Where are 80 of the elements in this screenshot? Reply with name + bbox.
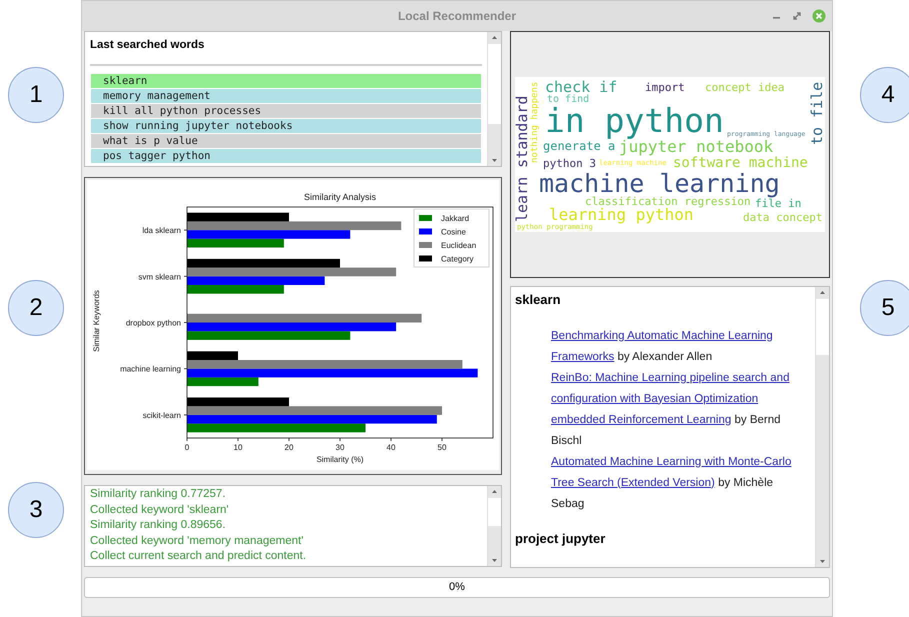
scrollbar-thumb[interactable] [488,498,501,526]
search-history-item[interactable]: sklearn [91,74,481,88]
log-line: Collected keyword 'sklearn' [90,502,230,518]
section-heading: project jupyter [515,530,606,548]
cloud-word: to file [810,82,825,145]
legend-label: Jakkard [441,214,470,223]
paper-link[interactable]: ReinBo: Machine Learning pipeline search and [551,372,790,384]
cloud-word: jupyter notebook [619,139,774,155]
callout-number: 4 [860,67,909,123]
callout-number: 3 [8,482,64,538]
cloud-word: software machine [673,156,808,170]
log-line: Collected keyword 'memory management' [90,534,304,548]
author-text: Sebag [551,498,584,510]
paper-link[interactable]: Tree Search (Extended Version) [551,476,715,488]
axis-label: dropbox python [126,318,181,328]
paper-link[interactable]: Frameworks [551,350,614,362]
paper-link[interactable]: embedded Reinforcement Learning [551,414,732,426]
author-text: by Alexander Allen [617,350,712,362]
legend-swatch [419,215,432,221]
tick-label: 40 [386,443,396,452]
chart-title: Similarity Analysis [304,192,376,202]
tick-label: 0 [184,443,190,452]
legend-swatch [419,242,432,248]
author-text: by Michèle [718,476,774,488]
legend-label: Euclidean [441,241,476,250]
cloud-word: nothing happens [531,82,540,163]
search-history-item[interactable]: what is p value [91,134,481,148]
legend-swatch [419,228,432,234]
legend-label: Cosine [441,228,466,236]
tick-label: 10 [234,443,242,452]
axis-label: svm sklearn [138,272,181,282]
search-history-item[interactable]: pos tagger python [91,149,481,164]
progress-text: 0% [448,580,466,595]
cloud-word: file in [755,198,802,209]
axis-label: machine learning [120,364,181,374]
cloud-word: in python [545,104,724,137]
cloud-word: generate a [543,140,616,152]
scrollbar-thumb[interactable] [816,299,829,355]
axis-label: scikit-learn [142,410,181,420]
cloud-word: check if [545,80,618,95]
axis-title: Similarity (%) [316,455,364,464]
author-text: Bischl [551,434,582,446]
scrollbar[interactable] [815,287,829,567]
legend-swatch [419,256,432,262]
cloud-word: machine learning [539,171,780,196]
axis-title: Similar Keywords [92,290,101,352]
paper-link[interactable]: configuration with Bayesian Optimization [551,392,758,404]
cloud-word: data concept [743,212,822,223]
scrollbar-thumb[interactable] [488,44,501,124]
paper-link[interactable]: Automated Machine Learning with Monte-Carlo [551,456,792,468]
scrollbar[interactable] [487,32,501,166]
cloud-word: learn standard [515,96,530,222]
callout-number: 1 [8,67,64,123]
close-icon[interactable] [812,9,826,23]
log-line: Similarity ranking 0.89656. [90,518,227,533]
callout-number: 5 [860,280,909,336]
log-line: Similarity ranking 0.77257. [90,487,227,502]
callout-number: 2 [8,280,64,336]
cloud-word: classification regression [585,196,751,207]
cloud-word: python 3 [543,158,596,169]
axis-label: lda sklearn [142,226,181,236]
cloud-word: learning python [549,207,694,223]
section-heading: sklearn [515,291,562,309]
search-history-item[interactable]: memory management [91,89,481,104]
cloud-word: to find [547,95,590,105]
search-history-item[interactable]: kill all python processes [91,104,481,118]
log-line: Collect current search and predict content. [90,549,308,564]
author-text: by Bernd [734,414,781,426]
cloud-word: concept idea [705,82,784,93]
search-history-item[interactable]: show running jupyter notebooks [91,119,481,134]
scrollbar[interactable] [487,486,501,566]
window-title: Local Recommender [398,8,516,25]
panel-title: Last searched words [90,38,206,53]
tick-label: 20 [284,443,294,452]
tick-label: 50 [438,443,446,452]
restore-icon[interactable] [792,11,802,21]
paper-link[interactable]: Benchmarking Automatic Machine Learning [551,330,773,342]
cloud-word: import [645,82,685,93]
tick-label: 30 [336,443,344,452]
legend-label: Category [441,254,474,264]
